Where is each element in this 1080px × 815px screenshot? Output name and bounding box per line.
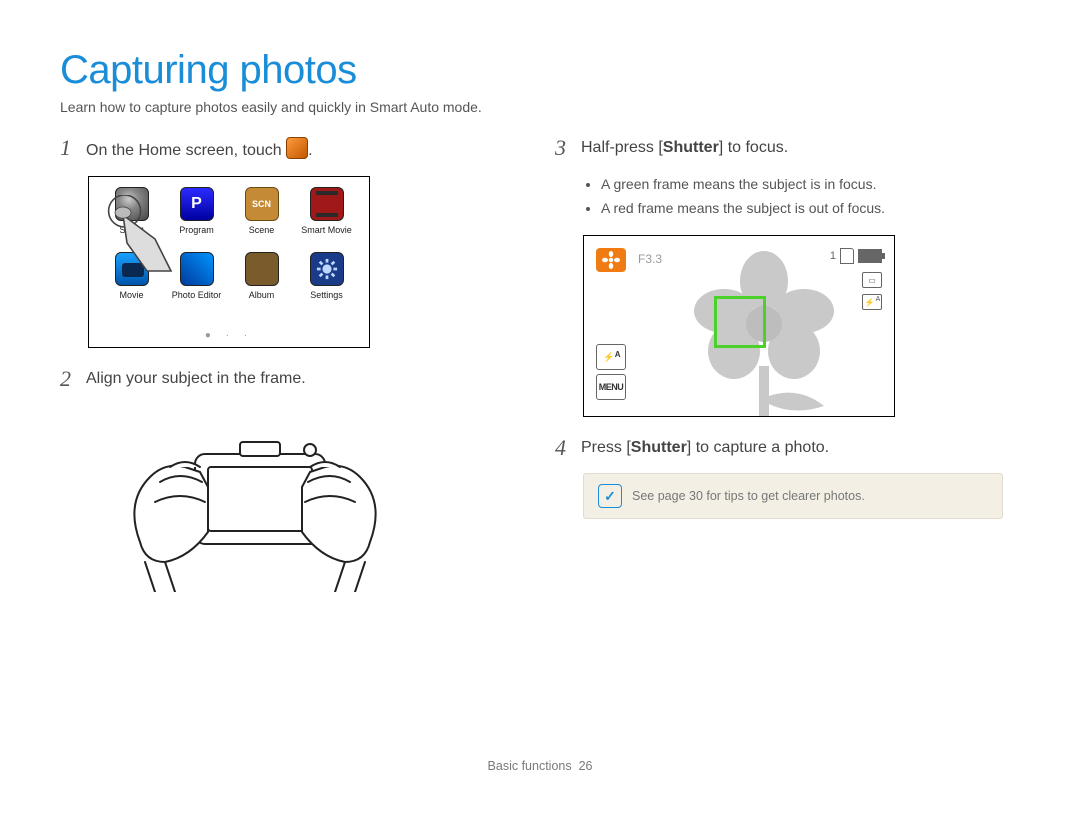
step-number: 3 (555, 137, 571, 159)
program-icon: P (180, 187, 214, 221)
app-scene: SCN Scene (229, 187, 294, 246)
step-text: On the Home screen, touch . (86, 137, 313, 162)
step-4: 4 Press [Shutter] to capture a photo. (555, 437, 1020, 459)
smart-auto-icon (115, 187, 149, 221)
app-label: Photo Editor (172, 290, 222, 300)
macro-mode-icon (596, 248, 626, 272)
bold-shutter: Shutter (663, 139, 719, 156)
battery-icon (858, 249, 882, 263)
app-label: Scene (249, 225, 275, 235)
text: Half-press [ (581, 139, 663, 156)
right-column: 3 Half-press [Shutter] to focus. A green… (555, 137, 1020, 597)
step-number: 4 (555, 437, 571, 459)
page-footer: Basic functions 26 (0, 759, 1080, 773)
viewfinder-illustration: F3.3 ⚡ MENU 1 ▭ ⚡ (583, 235, 895, 417)
text: Press [ (581, 439, 631, 456)
focus-box-green (714, 296, 766, 348)
bullet-red-frame: A red frame means the subject is out of … (601, 197, 1020, 219)
note-text: See page 30 for tips to get clearer phot… (632, 489, 988, 503)
text: ] to capture a photo. (687, 439, 829, 456)
page-title: Capturing photos (60, 48, 1020, 93)
scene-icon: SCN (245, 187, 279, 221)
app-label: Album (249, 290, 275, 300)
battery-status: 1 (830, 248, 882, 264)
manual-page: Capturing photos Learn how to capture ph… (0, 0, 1080, 815)
flash-indicator-icon: ⚡ (862, 294, 882, 310)
step-number: 1 (60, 137, 76, 159)
page-subtitle: Learn how to capture photos easily and q… (60, 99, 1020, 115)
app-photo-editor: Photo Editor (164, 252, 229, 311)
app-album: Album (229, 252, 294, 311)
program-letter: P (191, 195, 202, 213)
step-text: Half-press [Shutter] to focus. (581, 137, 788, 159)
app-smart-auto: Smart (99, 187, 164, 246)
text: . (308, 142, 312, 159)
content-columns: 1 On the Home screen, touch . Smart P Pro… (60, 137, 1020, 597)
app-settings: Settings (294, 252, 359, 311)
scene-code: SCN (252, 199, 271, 209)
home-apps-grid: Smart P Program SCN Scene Smart Movie Movi… (89, 177, 369, 317)
app-label: Smart Movie (301, 225, 352, 235)
shots-remaining: 1 (830, 250, 836, 262)
f-number-readout: F3.3 (638, 252, 662, 266)
step-text: Align your subject in the frame. (86, 368, 306, 390)
step-text: Press [Shutter] to capture a photo. (581, 437, 829, 459)
app-movie: Movie (99, 252, 164, 311)
app-label: Smart (119, 225, 143, 235)
app-program: P Program (164, 187, 229, 246)
footer-page-number: 26 (579, 759, 593, 773)
app-label: Movie (119, 290, 143, 300)
step-1: 1 On the Home screen, touch . (60, 137, 525, 162)
left-column: 1 On the Home screen, touch . Smart P Pro… (60, 137, 525, 597)
bullet-green-frame: A green frame means the subject is in fo… (601, 173, 1020, 195)
app-label: Settings (310, 290, 343, 300)
page-indicator-dots: ● · · (89, 330, 369, 341)
text: On the Home screen, touch (86, 142, 286, 159)
step-number: 2 (60, 368, 76, 390)
movie-icon (115, 252, 149, 286)
step-3: 3 Half-press [Shutter] to focus. (555, 137, 1020, 159)
home-screen-illustration: Smart P Program SCN Scene Smart Movie Movi… (88, 176, 370, 348)
text: ] to focus. (719, 139, 788, 156)
tip-note-box: ✓ See page 30 for tips to get clearer ph… (583, 473, 1003, 519)
app-smart-movie: Smart Movie (294, 187, 359, 246)
smart-auto-mode-icon (286, 137, 308, 159)
album-icon (245, 252, 279, 286)
note-checkmark-icon: ✓ (598, 484, 622, 508)
memory-card-icon (840, 248, 854, 264)
step-2: 2 Align your subject in the frame. (60, 368, 525, 390)
menu-button-icon: MENU (596, 374, 626, 400)
app-label: Program (179, 225, 214, 235)
focus-indicator-bullets: A green frame means the subject is in fo… (583, 173, 1020, 219)
flash-auto-icon: ⚡ (596, 344, 626, 370)
smart-movie-icon (310, 187, 344, 221)
aspect-ratio-icon: ▭ (862, 272, 882, 288)
photo-editor-icon (180, 252, 214, 286)
settings-icon (310, 252, 344, 286)
footer-section: Basic functions (488, 759, 572, 773)
hands-holding-camera-illustration (130, 412, 380, 592)
bold-shutter: Shutter (631, 439, 687, 456)
flash-glyph: ⚡ (603, 352, 614, 363)
